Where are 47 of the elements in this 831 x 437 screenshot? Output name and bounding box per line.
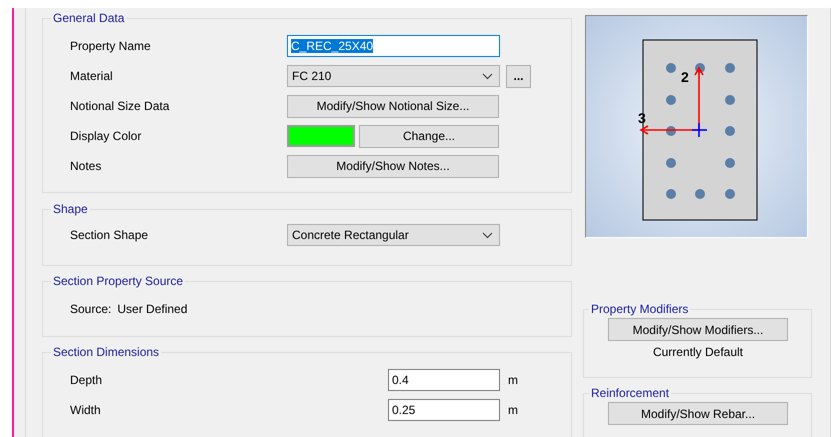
rebar-icon	[725, 95, 735, 105]
rebar-icon	[666, 126, 676, 136]
color-swatch[interactable]	[287, 125, 355, 147]
unit-label: m	[508, 373, 518, 387]
group-title: Reinforcement	[590, 386, 670, 400]
rebar-icon	[725, 126, 735, 136]
rebar-icon	[666, 95, 676, 105]
rebar-icon	[725, 63, 735, 73]
rebar-button[interactable]: Modify/Show Rebar...	[608, 402, 788, 425]
property-name-field[interactable]: C_REC_25X40	[287, 35, 500, 57]
rebar-icon	[695, 189, 705, 199]
field-label: Notional Size Data	[70, 99, 170, 113]
modifiers-button[interactable]: Modify/Show Modifiers...	[608, 318, 788, 341]
field-label: Property Name	[70, 39, 152, 53]
notes-button[interactable]: Modify/Show Notes...	[287, 154, 499, 178]
centroid-icon	[692, 123, 707, 137]
rebar-icon	[725, 158, 735, 168]
change-button[interactable]: Change...	[359, 124, 499, 148]
rebar-icon	[666, 189, 676, 199]
dimension-field[interactable]: 0.4	[388, 369, 500, 391]
source-label: Source:	[70, 302, 112, 316]
dimension-field[interactable]: 0.25	[388, 399, 500, 421]
material-dropdown[interactable]: FC 210	[287, 65, 500, 87]
field-label: Depth	[70, 373, 104, 387]
source-value: User Defined	[117, 302, 188, 316]
rebar-icon	[666, 63, 676, 73]
modifiers-status: Currently Default	[652, 345, 744, 359]
section-shape-dropdown[interactable]: Concrete Rectangular	[287, 224, 500, 246]
rebar-icon	[695, 63, 705, 73]
rebar-icon	[725, 189, 735, 199]
group-title: Section Property Source	[52, 274, 184, 288]
axis-label: 2	[681, 69, 689, 85]
group-title: Property Modifiers	[590, 302, 690, 316]
browse-button[interactable]: ...	[506, 64, 531, 88]
group-title: Section Dimensions	[52, 345, 160, 359]
field-label: Width	[70, 403, 102, 417]
chevron-down-icon	[482, 232, 493, 238]
group-title: Shape	[52, 202, 89, 216]
field-label: Notes	[70, 159, 102, 173]
unit-label: m	[508, 403, 518, 417]
field-label: Section Shape	[70, 228, 150, 242]
rebar-icon	[666, 158, 676, 168]
group-title: General Data	[52, 11, 126, 25]
chevron-down-icon	[482, 72, 493, 80]
field-label: Material	[70, 69, 114, 83]
field-label: Display Color	[70, 129, 142, 143]
notional-size-button[interactable]: Modify/Show Notional Size...	[287, 94, 499, 118]
